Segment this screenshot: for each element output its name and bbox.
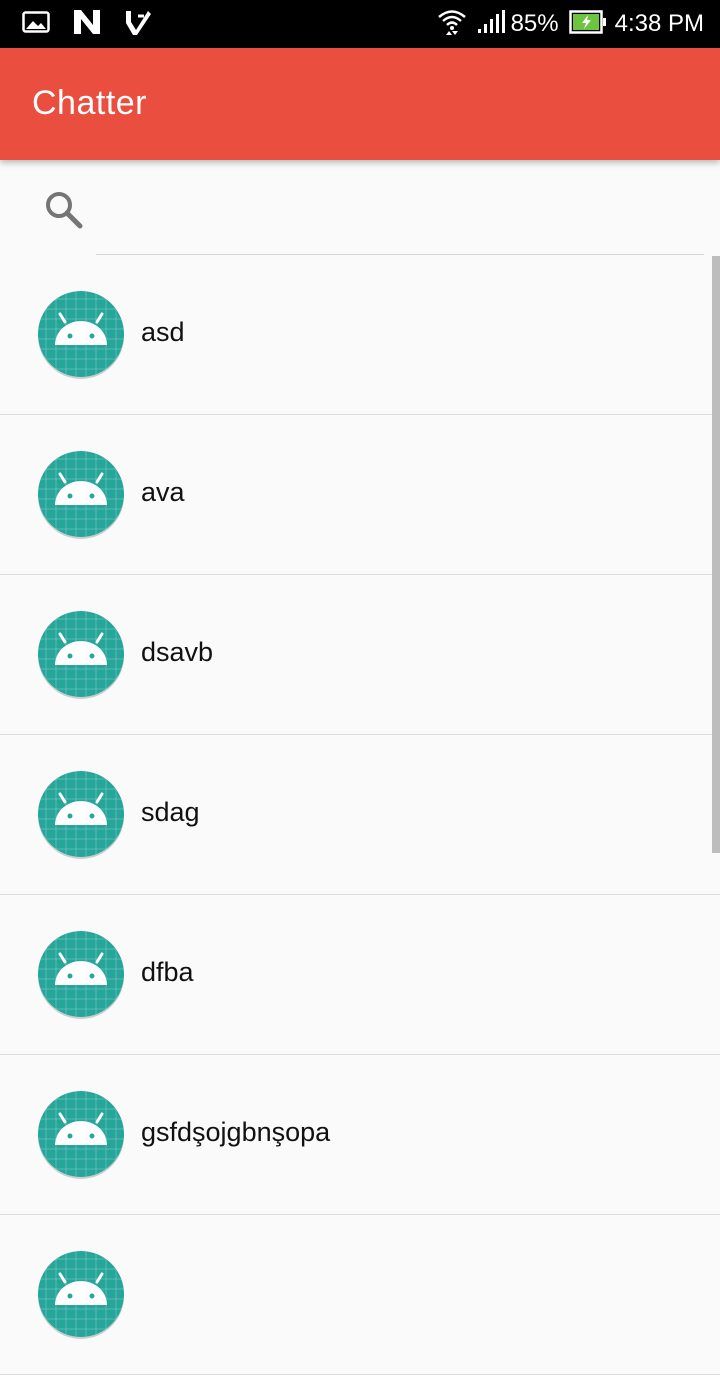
android-avatar-icon (36, 1249, 126, 1339)
contact-name: gsfdşojgbnşopa (141, 1117, 331, 1147)
battery-percent: 85% (510, 10, 559, 37)
checkmark-app-icon (124, 8, 152, 41)
contact-name: dsavb (141, 637, 214, 667)
battery-charging-icon (568, 9, 607, 39)
wifi-icon (437, 7, 467, 42)
signal-icon (477, 9, 505, 39)
list-item[interactable]: dsavb (0, 575, 720, 735)
app-title: Chatter (32, 84, 147, 122)
android-avatar-icon (36, 929, 126, 1019)
contact-name: ava (141, 477, 185, 507)
n-app-icon (72, 8, 102, 41)
list-item[interactable]: ava (0, 415, 720, 575)
search-bar (0, 160, 720, 255)
contact-list: asd ava dsavb sdag dfba gsfdşojgbnşopa (0, 255, 720, 1375)
image-notification-icon (22, 10, 50, 38)
list-item[interactable]: dfba (0, 895, 720, 1055)
contact-name: sdag (141, 797, 200, 827)
list-item[interactable] (0, 1215, 720, 1375)
list-item[interactable]: gsfdşojgbnşopa (0, 1055, 720, 1215)
android-avatar-icon (36, 609, 126, 699)
android-avatar-icon (36, 769, 126, 859)
search-input[interactable] (96, 182, 704, 255)
app-bar: Chatter (0, 48, 720, 160)
android-avatar-icon (36, 1089, 126, 1179)
contact-name: dfba (141, 957, 194, 987)
android-avatar-icon (36, 289, 126, 379)
status-bar: 85% 4:38 PM (0, 0, 720, 48)
contact-name: asd (141, 317, 185, 347)
list-item[interactable]: sdag (0, 735, 720, 895)
list-item[interactable]: asd (0, 255, 720, 415)
status-time: 4:38 PM (614, 10, 704, 37)
scrollbar[interactable] (712, 256, 720, 853)
search-icon[interactable] (42, 188, 84, 235)
android-avatar-icon (36, 449, 126, 539)
